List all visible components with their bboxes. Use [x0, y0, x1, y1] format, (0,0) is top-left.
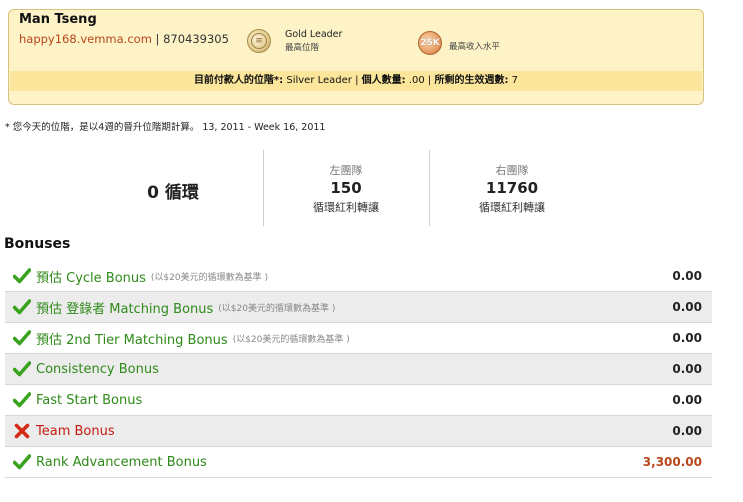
- cycle-stats: 0 循環 左團隊 150 循環紅利轉讓 右團隊 11760 循環紅利轉讓: [0, 150, 743, 226]
- highest-rank-label: 最高位階: [285, 43, 320, 53]
- bonus-note: (以$20美元的循環數為基準 ): [232, 334, 350, 345]
- bonus-amount: 0.00: [672, 269, 702, 283]
- bonus-name[interactable]: Fast Start Bonus: [36, 393, 142, 408]
- bonus-list: 預估 Cycle Bonus (以$20美元的循環數為基準 ) 0.00 預估 登錄…: [5, 261, 712, 478]
- user-site-link[interactable]: happy168.vemma.com: [19, 32, 152, 46]
- bonus-amount: 0.00: [672, 362, 702, 376]
- bonus-amount: 0.00: [672, 300, 702, 314]
- checkmark-icon: [11, 266, 33, 286]
- personal-qty-value: .00: [408, 75, 425, 86]
- user-name: Man Tseng: [19, 12, 97, 27]
- gold-leader-medal-icon: ≡: [247, 29, 271, 53]
- right-team-label: 右團隊: [495, 164, 529, 177]
- member-id: 870439305: [163, 32, 229, 46]
- cycle-count: 0 循環: [147, 183, 199, 203]
- bonus-name[interactable]: Consistency Bonus: [36, 362, 159, 377]
- income-badge-text: 25K: [420, 38, 440, 48]
- right-team-stat: 右團隊 11760 循環紅利轉讓: [432, 162, 592, 215]
- left-team-caption: 循環紅利轉讓: [313, 201, 379, 214]
- paid-rank-label: 目前付款人的位階*:: [193, 75, 284, 86]
- checkmark-icon: [11, 359, 33, 379]
- paid-rank-value: Silver Leader: [286, 75, 352, 86]
- bonus-amount: 0.00: [672, 393, 702, 407]
- bonus-note: (以$20美元的循環數為基準 ): [218, 303, 336, 314]
- bonus-row: Fast Start Bonus 0.00: [5, 385, 712, 416]
- cross-icon: [11, 421, 33, 441]
- active-weeks-value: 7: [511, 75, 519, 86]
- bonus-amount: 0.00: [672, 331, 702, 345]
- user-info-line: happy168.vemma.com | 870439305: [19, 32, 229, 46]
- left-team-label: 左團隊: [329, 164, 363, 177]
- divider: [429, 150, 430, 226]
- active-weeks-label: 所剩的生效週數:: [434, 75, 509, 86]
- separator: |: [351, 75, 362, 86]
- highest-income-label: 最高收入水平: [449, 42, 501, 52]
- left-team-value: 150: [330, 179, 362, 197]
- separator: |: [151, 32, 164, 46]
- profile-panel: Man Tseng happy168.vemma.com | 870439305…: [8, 9, 704, 105]
- status-bar: 目前付款人的位階*: Silver Leader | 個人數量: .00 | 所…: [10, 71, 702, 91]
- bonus-note: (以$20美元的循環數為基準 ): [150, 272, 268, 283]
- checkmark-icon: [11, 297, 33, 317]
- divider: [263, 150, 264, 226]
- bonus-amount: 3,300.00: [642, 455, 702, 469]
- rank-period-note: * 您今天的位階，是以4週的晉升位階期計算。 13, 2011 - Week 1…: [5, 122, 326, 133]
- bonus-row: 預估 2nd Tier Matching Bonus (以$20美元的循環數為基準…: [5, 323, 712, 354]
- bonus-name[interactable]: 預估 2nd Tier Matching Bonus: [36, 329, 228, 348]
- bonus-row: Rank Advancement Bonus 3,300.00: [5, 447, 712, 478]
- bonus-name[interactable]: Rank Advancement Bonus: [36, 455, 207, 470]
- highest-rank-title: Gold Leader: [285, 29, 343, 40]
- bonuses-heading: Bonuses: [4, 236, 71, 252]
- personal-qty-label: 個人數量:: [361, 75, 406, 86]
- right-team-value: 11760: [485, 179, 539, 197]
- checkmark-icon: [11, 390, 33, 410]
- bonus-name[interactable]: 預估 Cycle Bonus: [36, 267, 146, 286]
- checkmark-icon: [11, 328, 33, 348]
- left-team-stat: 左團隊 150 循環紅利轉讓: [266, 162, 426, 215]
- income-25k-medal-icon: 25K: [418, 31, 442, 55]
- bonus-row: Consistency Bonus 0.00: [5, 354, 712, 385]
- bonus-amount: 0.00: [672, 424, 702, 438]
- bonus-name[interactable]: Team Bonus: [36, 424, 115, 439]
- bonus-row: 預估 登錄者 Matching Bonus (以$20美元的循環數為基準 ) 0.0…: [5, 292, 712, 323]
- bonus-row: Team Bonus 0.00: [5, 416, 712, 447]
- bonus-name[interactable]: 預估 登錄者 Matching Bonus: [36, 298, 213, 317]
- checkmark-icon: [11, 452, 33, 472]
- bonus-row: 預估 Cycle Bonus (以$20美元的循環數為基準 ) 0.00: [5, 261, 712, 292]
- right-team-caption: 循環紅利轉讓: [479, 201, 545, 214]
